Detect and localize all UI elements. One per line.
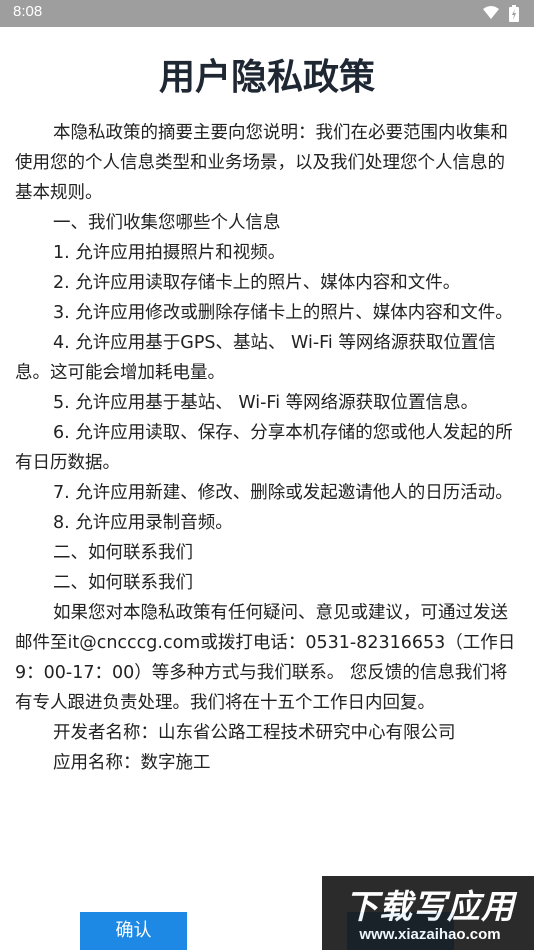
app-name: 应用名称：数字施工 (53, 753, 211, 773)
contact-info: 如果您对本隐私政策有任何疑问、意见或建议，可通过发送邮件至it@cncccg.c… (15, 603, 516, 713)
policy-item: 6. 允许应用读取、保存、分享本机存储的您或他人发起的所有日历数据。 (15, 423, 513, 473)
section-heading-collect: 一、我们收集您哪些个人信息 (53, 213, 281, 233)
policy-item: 3. 允许应用修改或删除存储卡上的照片、媒体内容和文件。 (53, 303, 513, 323)
wifi-icon (483, 6, 499, 19)
watermark: 下载写应用 www.xiazaihao.com (322, 876, 534, 950)
policy-item: 7. 允许应用新建、修改、删除或发起邀请他人的日历活动。 (53, 483, 513, 503)
policy-content: 本隐私政策的摘要主要向您说明：我们在必要范围内收集和使用您的个人信息类型和业务场… (15, 118, 520, 778)
battery-icon (509, 5, 519, 22)
section-heading-contact: 二、如何联系我们 (53, 573, 193, 593)
status-bar: 8:08 (0, 0, 534, 27)
page-title: 用户隐私政策 (158, 57, 375, 98)
policy-item: 5. 允许应用基于基站、 Wi-Fi 等网络源获取位置信息。 (53, 393, 479, 413)
policy-item: 1. 允许应用拍摄照片和视频。 (53, 243, 286, 263)
policy-item: 2. 允许应用读取存储卡上的照片、媒体内容和文件。 (53, 273, 461, 293)
policy-item: 4. 允许应用基于GPS、基站、 Wi-Fi 等网络源获取位置信息。这可能会增加… (15, 333, 496, 383)
policy-item: 8. 允许应用录制音频。 (53, 513, 233, 533)
developer-name: 开发者名称：山东省公路工程技术研究中心有限公司 (53, 723, 456, 743)
status-time: 8:08 (13, 3, 43, 20)
policy-intro: 本隐私政策的摘要主要向您说明：我们在必要范围内收集和使用您的个人信息类型和业务场… (15, 123, 508, 203)
watermark-url: www.xiazaihao.com (359, 926, 501, 943)
section-heading-contact: 二、如何联系我们 (53, 543, 193, 563)
watermark-logo: 下载写应用 (345, 887, 515, 926)
confirm-button[interactable]: 确认 (80, 912, 187, 950)
